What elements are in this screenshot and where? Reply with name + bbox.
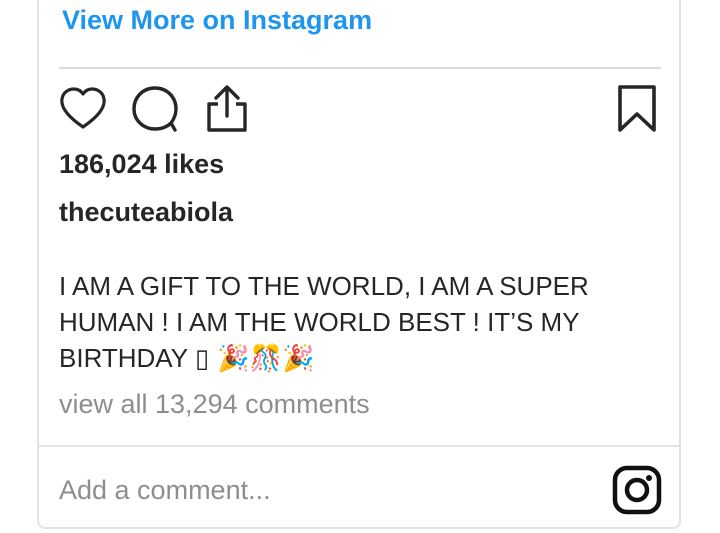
like-button[interactable] (58, 87, 108, 131)
header-divider (59, 67, 661, 69)
comment-bubble-icon (132, 86, 178, 132)
like-count: 186,024 likes (59, 149, 225, 179)
add-comment-input[interactable] (59, 470, 579, 510)
instagram-logo-button[interactable] (612, 465, 662, 515)
instagram-icon (612, 465, 662, 515)
view-more-on-instagram-link[interactable]: View More on Instagram (62, 5, 372, 36)
view-all-comments-link[interactable]: view all 13,294 comments (59, 389, 370, 420)
caption-emoji: ▯ 🎉🎊🎉 (194, 344, 315, 374)
instagram-embed-card (37, 0, 681, 529)
share-button[interactable] (204, 84, 250, 134)
comment-divider (38, 445, 680, 447)
save-button[interactable] (617, 84, 657, 134)
bookmark-icon (618, 85, 656, 132)
comment-button[interactable] (131, 85, 181, 133)
share-icon (207, 85, 247, 132)
username-link[interactable]: thecuteabiola (59, 197, 233, 228)
heart-icon (60, 87, 106, 129)
post-caption: I AM A GIFT TO THE WORLD, I AM A SUPER H… (59, 268, 639, 377)
caption-text: I AM A GIFT TO THE WORLD, I AM A SUPER H… (59, 271, 589, 373)
